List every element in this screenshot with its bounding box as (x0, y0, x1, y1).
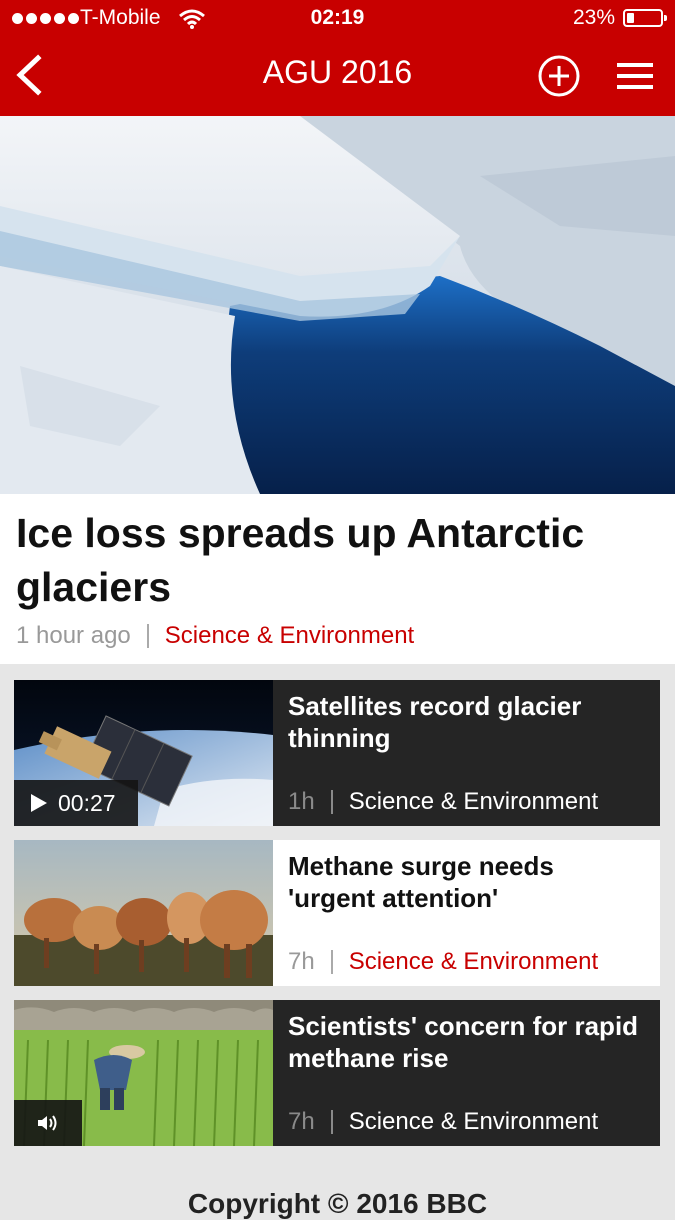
copyright-notice: Copyright © 2016 BBC (187, 1188, 488, 1219)
story-headline[interactable]: Satellites record glacier thinning (288, 690, 648, 754)
story-meta: 7h Science & Environment (288, 948, 598, 976)
video-duration: 00:27 (58, 789, 116, 816)
story-time: 7h (288, 1108, 315, 1135)
cattle-herd-photo (14, 840, 273, 986)
hero-image[interactable] (0, 116, 675, 494)
status-bar: T-Mobile 02:19 23% (0, 0, 675, 40)
story-time: 1h (288, 788, 315, 815)
story-category-link[interactable]: Science & Environment (165, 622, 414, 650)
nav-bar: AGU 2016 (0, 40, 675, 116)
story-meta: 7h Science & Environment (288, 1108, 598, 1136)
story-card-satellites[interactable]: 00:27 Satellites record glacier thinning… (14, 680, 660, 826)
story-card-methane-rise[interactable]: Scientists' concern for rapid methane ri… (14, 1000, 660, 1146)
battery-percent: 23% (572, 6, 615, 29)
divider (330, 790, 333, 814)
story-meta: 1h Science & Environment (288, 788, 598, 816)
story-time: 1 hour ago (16, 622, 131, 649)
story-card-methane-surge[interactable]: Methane surge needs 'urgent attention' 7… (14, 840, 660, 986)
divider (146, 624, 149, 648)
battery-icon (623, 9, 667, 27)
story-category-link[interactable]: Science & Environment (349, 1108, 598, 1136)
story-headline[interactable]: Methane surge needs 'urgent attention' (288, 850, 648, 914)
hero-story[interactable]: Ice loss spreads up Antarctic glaciers 1… (0, 494, 675, 664)
divider (330, 950, 333, 974)
hamburger-menu-icon[interactable] (614, 58, 656, 94)
audio-play-button[interactable] (14, 1100, 82, 1146)
story-category-link[interactable]: Science & Environment (349, 788, 598, 816)
story-category-link[interactable]: Science & Environment (349, 948, 598, 976)
app-header: T-Mobile 02:19 23% AGU 2016 (0, 0, 675, 116)
divider (330, 1110, 333, 1134)
hero-meta: 1 hour ago Science & Environment (16, 622, 414, 650)
antarctic-ice-shelf-photo (0, 116, 675, 494)
play-icon (31, 794, 47, 812)
video-play-button[interactable]: 00:27 (14, 780, 138, 826)
story-time: 7h (288, 948, 315, 975)
story-headline[interactable]: Scientists' concern for rapid methane ri… (288, 1010, 648, 1074)
story-thumbnail[interactable] (14, 840, 273, 986)
hero-headline[interactable]: Ice loss spreads up Antarctic glaciers (16, 506, 656, 614)
story-thumbnail[interactable]: 00:27 (14, 680, 273, 826)
speaker-icon (38, 1115, 57, 1131)
plus-circle-icon[interactable] (537, 54, 581, 98)
story-thumbnail[interactable] (14, 1000, 273, 1146)
